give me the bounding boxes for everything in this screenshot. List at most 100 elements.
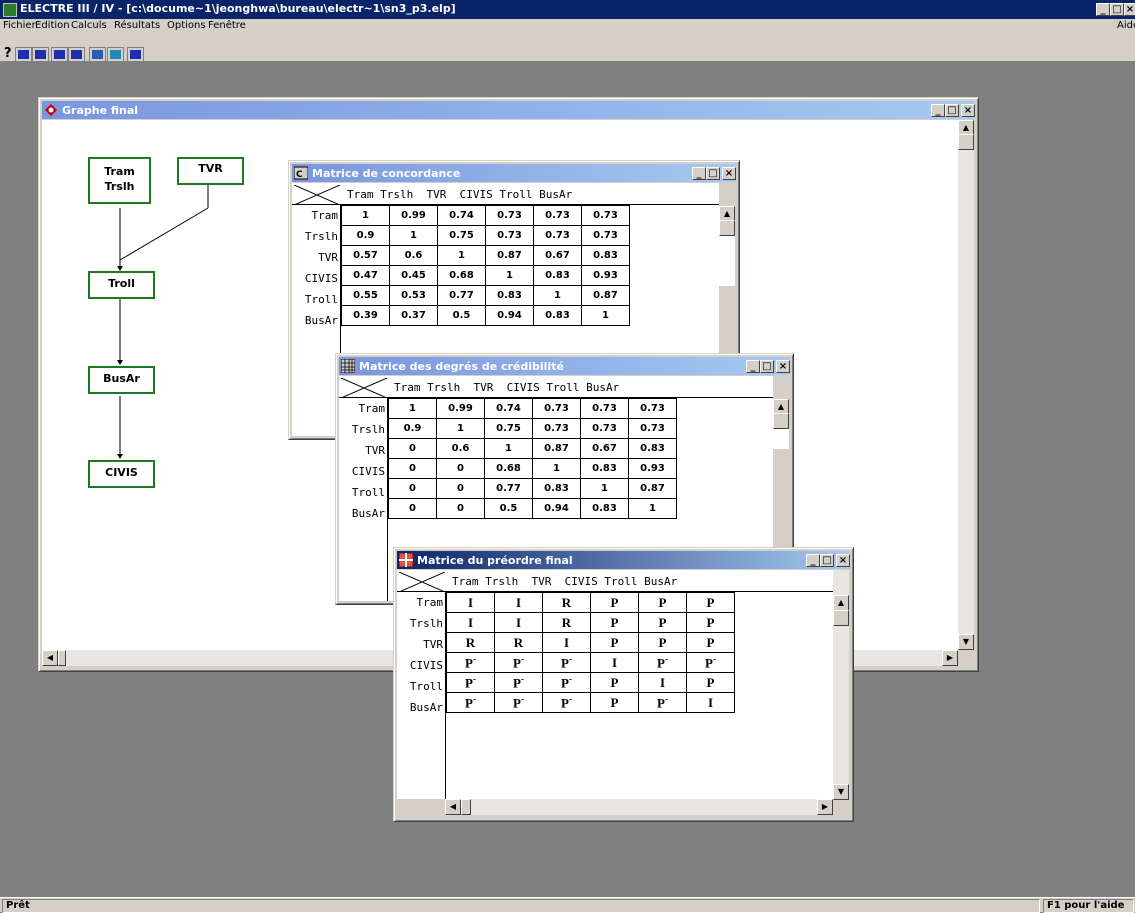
matrix-cell[interactable]: P- — [446, 672, 495, 693]
matrix-cell[interactable]: R — [446, 632, 495, 653]
calc-icon[interactable] — [107, 47, 124, 62]
matrix-cell[interactable]: 0 — [388, 438, 437, 459]
concordance-close-button[interactable]: × — [722, 167, 736, 180]
matrix-cell[interactable]: P — [638, 612, 687, 633]
matrix-cell[interactable]: 0.83 — [485, 285, 534, 306]
matrix-cell[interactable]: P- — [542, 692, 591, 713]
matrix-cell[interactable]: 0.77 — [437, 285, 486, 306]
matrix-cell[interactable]: 0.74 — [437, 205, 486, 226]
matrix-cell[interactable]: 0.75 — [437, 225, 486, 246]
print-icon[interactable] — [68, 47, 85, 62]
matrix-cell[interactable]: P — [590, 692, 639, 713]
maximize-button[interactable]: □ — [1110, 3, 1124, 16]
matrix-cell[interactable]: I — [446, 612, 495, 633]
matrix-cell[interactable]: P- — [638, 652, 687, 673]
matrix-cell[interactable]: 0.73 — [581, 225, 630, 246]
credibility-minimize-button[interactable]: _ — [746, 360, 760, 373]
credibility-vertical-scrollbar[interactable]: ▲ — [773, 399, 789, 449]
matrix-cell[interactable]: 1 — [580, 478, 629, 499]
matrix-cell[interactable]: 0.67 — [580, 438, 629, 459]
matrix-cell[interactable]: R — [494, 632, 543, 653]
import-icon[interactable] — [15, 47, 32, 62]
matrix-cell[interactable]: 0.94 — [532, 498, 581, 519]
node-busar[interactable]: BusAr — [88, 366, 155, 394]
matrix-cell[interactable]: 0 — [436, 478, 485, 499]
matrix-cell[interactable]: 1 — [389, 225, 438, 246]
matrix-cell[interactable]: 0.37 — [389, 305, 438, 326]
matrix-cell[interactable]: 0.83 — [628, 438, 677, 459]
matrix-cell[interactable]: 1 — [532, 458, 581, 479]
matrix-cell[interactable]: P- — [494, 652, 543, 673]
matrix-cell[interactable]: 0.9 — [341, 225, 390, 246]
matrix-cell[interactable]: 0.45 — [389, 265, 438, 286]
matrix-cell[interactable]: R — [542, 592, 591, 613]
matrix-cell[interactable]: 0.83 — [580, 498, 629, 519]
matrix-cell[interactable]: P — [686, 632, 735, 653]
matrix-cell[interactable]: P — [686, 672, 735, 693]
matrix-cell[interactable]: 1 — [341, 205, 390, 226]
matrix-cell[interactable]: 0.93 — [628, 458, 677, 479]
matrix-cell[interactable]: P- — [494, 672, 543, 693]
scroll-left-icon[interactable]: ◀ — [42, 650, 58, 666]
menu-options[interactable]: Options — [167, 20, 206, 31]
scroll-thumb[interactable] — [719, 220, 735, 236]
matrix-cell[interactable]: 0.74 — [484, 398, 533, 419]
matrix-cell[interactable]: 1 — [628, 498, 677, 519]
preorder-horizontal-scrollbar[interactable]: ◀ ▶ — [445, 799, 833, 815]
matrix-cell[interactable]: 1 — [485, 265, 534, 286]
matrix-cell[interactable]: 0.5 — [437, 305, 486, 326]
matrix-cell[interactable]: 0.87 — [628, 478, 677, 499]
export-icon[interactable] — [32, 47, 49, 62]
concordance-maximize-button[interactable]: □ — [706, 167, 720, 180]
matrix-cell[interactable]: P- — [542, 652, 591, 673]
matrix-cell[interactable]: P- — [638, 692, 687, 713]
table-icon[interactable] — [89, 47, 106, 62]
matrix-cell[interactable]: 0.5 — [484, 498, 533, 519]
credibility-maximize-button[interactable]: □ — [760, 360, 774, 373]
matrix-cell[interactable]: 0.73 — [533, 205, 582, 226]
node-tram-trslh[interactable]: Tram Trslh — [88, 157, 151, 204]
concordance-vertical-scrollbar[interactable]: ▲ — [719, 206, 735, 286]
matrix-cell[interactable]: 0.75 — [484, 418, 533, 439]
matrix-cell[interactable]: P — [686, 592, 735, 613]
matrix-cell[interactable]: 0.93 — [581, 265, 630, 286]
matrix-cell[interactable]: P — [686, 612, 735, 633]
matrix-cell[interactable]: 0.57 — [341, 245, 390, 266]
matrix-cell[interactable]: P — [590, 632, 639, 653]
matrix-cell[interactable]: 0.83 — [533, 305, 582, 326]
save-icon[interactable] — [127, 47, 144, 62]
preorder-minimize-button[interactable]: _ — [806, 554, 820, 567]
menu-aide[interactable]: Aide — [1117, 20, 1135, 31]
matrix-cell[interactable]: P — [590, 612, 639, 633]
matrix-cell[interactable]: I — [638, 672, 687, 693]
node-civis[interactable]: CIVIS — [88, 460, 155, 488]
menu-fenetre[interactable]: Fenêtre — [208, 20, 246, 31]
menu-calculs[interactable]: Calculs — [71, 20, 107, 31]
scroll-down-icon[interactable]: ▼ — [958, 634, 974, 650]
matrix-cell[interactable]: 0.83 — [533, 265, 582, 286]
matrix-cell[interactable]: 0.87 — [485, 245, 534, 266]
preorder-maximize-button[interactable]: □ — [820, 554, 834, 567]
matrix-cell[interactable]: P- — [446, 652, 495, 673]
scroll-right-icon[interactable]: ▶ — [942, 650, 958, 666]
matrix-cell[interactable]: 0 — [436, 498, 485, 519]
matrix-cell[interactable]: I — [686, 692, 735, 713]
matrix-cell[interactable]: 0.39 — [341, 305, 390, 326]
matrix-cell[interactable]: 0.73 — [581, 205, 630, 226]
matrix-cell[interactable]: 0.68 — [437, 265, 486, 286]
matrix-cell[interactable]: 0 — [436, 458, 485, 479]
scroll-right-icon[interactable]: ▶ — [817, 799, 833, 815]
matrix-cell[interactable]: P — [590, 672, 639, 693]
hscroll-thumb[interactable] — [58, 650, 66, 666]
matrix-cell[interactable]: 1 — [484, 438, 533, 459]
hscroll-thumb[interactable] — [461, 799, 471, 815]
export-file-icon[interactable] — [51, 47, 68, 62]
matrix-cell[interactable]: 0.73 — [533, 225, 582, 246]
preorder-vertical-scrollbar[interactable]: ▲ ▼ — [833, 570, 849, 800]
matrix-cell[interactable]: 0.6 — [389, 245, 438, 266]
matrix-cell[interactable]: 0.73 — [532, 398, 581, 419]
matrix-cell[interactable]: I — [446, 592, 495, 613]
matrix-cell[interactable]: 0.47 — [341, 265, 390, 286]
menu-edition[interactable]: Edition — [35, 20, 70, 31]
matrix-cell[interactable]: 0.77 — [484, 478, 533, 499]
